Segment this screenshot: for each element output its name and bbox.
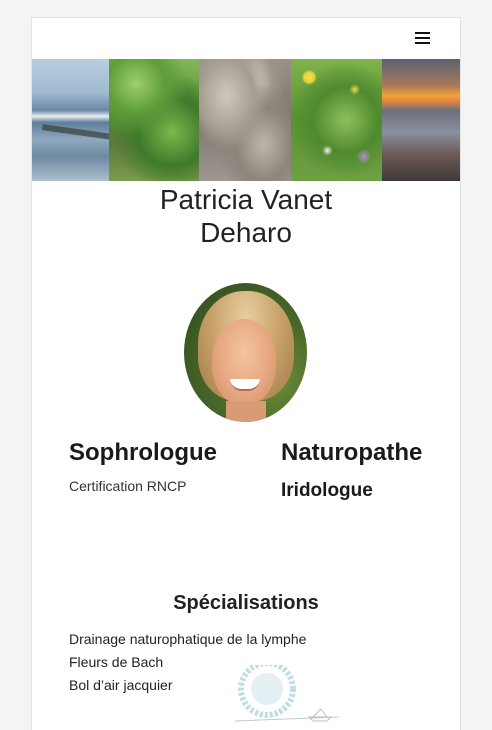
banner-sea-image [32, 59, 109, 181]
role-title-right: Naturopathe [281, 439, 423, 466]
hamburger-menu-icon[interactable] [415, 32, 430, 44]
banner-sunset-image [382, 59, 460, 181]
certification-text: Certification RNCP [69, 478, 187, 494]
banner-forest-image [109, 59, 199, 181]
role-sophrologue: Sophrologue Certification RNCP [69, 438, 217, 494]
name-line-2: Deharo [200, 217, 292, 248]
page-title: Patricia Vanet Deharo [32, 183, 460, 249]
banner-flowers-image [291, 59, 382, 181]
role-subtitle-right: Iridologue [281, 480, 373, 501]
watermark-logo [234, 665, 340, 722]
banner-rocks-image [199, 59, 291, 181]
header-banner [32, 59, 460, 181]
role-naturopathe: Naturopathe Iridologue [281, 438, 422, 502]
role-title-left: Sophrologue [69, 439, 217, 466]
top-bar [32, 18, 460, 59]
specialisations-heading: Spécialisations [173, 592, 319, 614]
list-item: Drainage naturophatique de la lymphe [69, 631, 307, 647]
portrait-photo [184, 283, 307, 422]
page-card: Patricia Vanet Deharo Sophrologue Certif… [31, 17, 461, 730]
name-line-1: Patricia Vanet [159, 184, 333, 215]
